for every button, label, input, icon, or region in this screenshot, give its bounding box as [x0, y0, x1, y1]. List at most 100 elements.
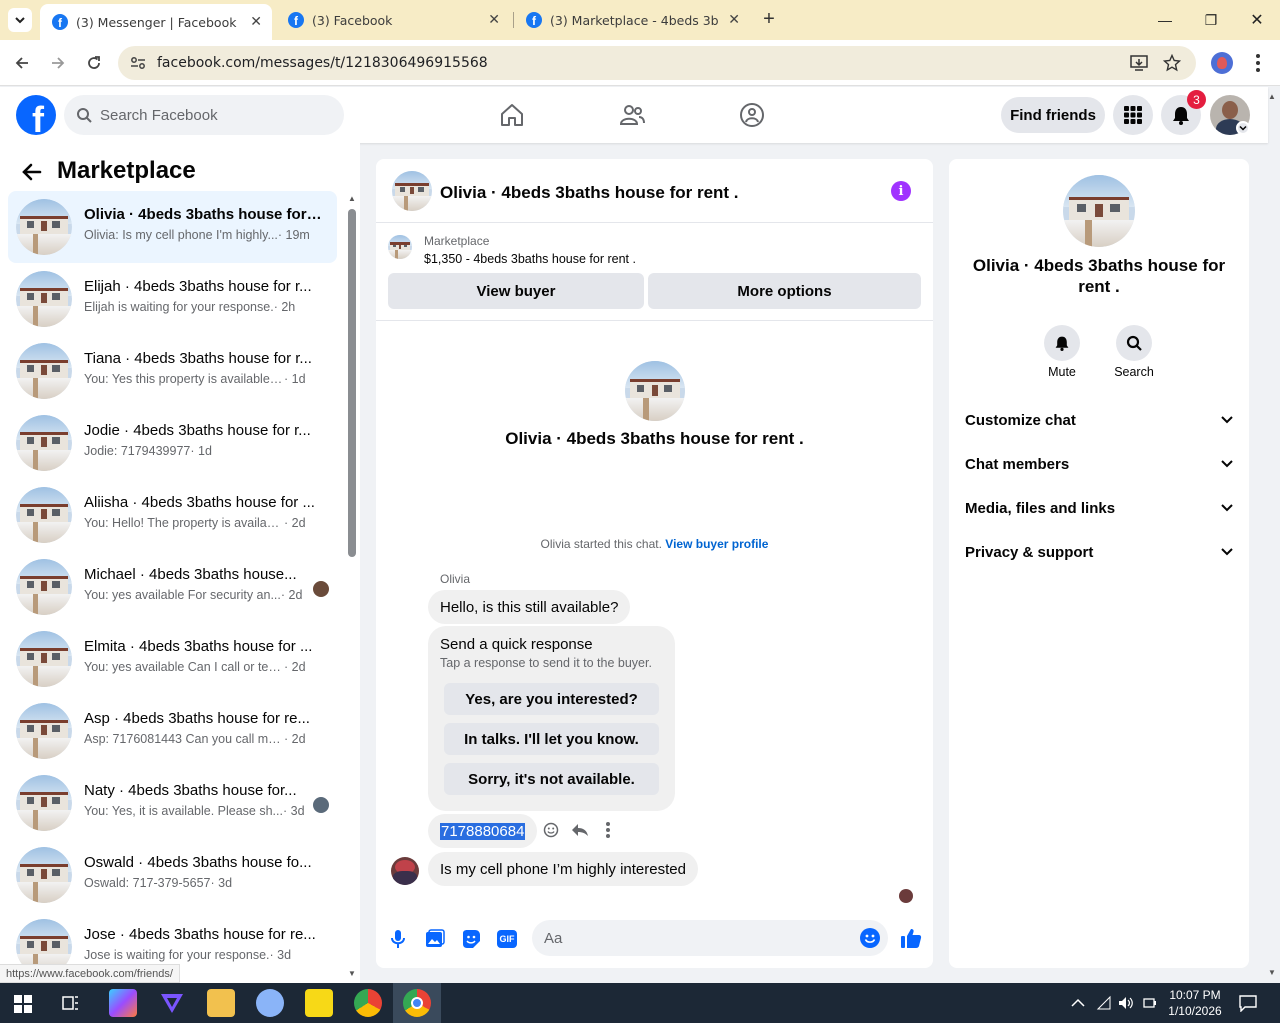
- chat-avatar[interactable]: [392, 171, 432, 211]
- copilot-icon[interactable]: [109, 989, 137, 1017]
- browser-tab-marketplace[interactable]: f (3) Marketplace - 4beds 3baths ✕: [514, 0, 750, 40]
- browser-tab-facebook[interactable]: f (3) Facebook ✕: [276, 0, 510, 40]
- browser-tab-messenger[interactable]: f (3) Messenger | Facebook ✕: [40, 4, 272, 40]
- chat-title[interactable]: Olivia · 4beds 3baths house for rent .: [440, 183, 739, 203]
- back-button[interactable]: [9, 50, 35, 76]
- conversation-item[interactable]: Elijah · 4beds 3baths house for r... Elij…: [8, 263, 337, 335]
- close-tab-icon[interactable]: ✕: [488, 12, 500, 28]
- file-explorer-icon[interactable]: [207, 989, 235, 1017]
- menu-grid-button[interactable]: [1113, 95, 1153, 135]
- find-friends-button[interactable]: Find friends: [1001, 97, 1105, 133]
- facebook-header: f Search Facebook Find friends: [0, 87, 1268, 143]
- minimize-button[interactable]: —: [1142, 6, 1188, 34]
- gif-icon[interactable]: GIF: [497, 930, 517, 948]
- mute-label: Mute: [1048, 365, 1076, 379]
- account-menu-chevron[interactable]: [1236, 121, 1250, 135]
- profile-avatar[interactable]: [1211, 52, 1233, 74]
- bookmark-star-icon[interactable]: [1163, 54, 1181, 72]
- home-nav-button[interactable]: [494, 97, 530, 133]
- search-conversation-button[interactable]: [1116, 325, 1152, 361]
- message-bubble[interactable]: 7178880684: [428, 814, 538, 848]
- notification-center-icon[interactable]: [1239, 994, 1257, 1012]
- quick-reply-button[interactable]: Yes, are you interested?: [444, 683, 659, 715]
- tab-search-button[interactable]: [8, 8, 32, 32]
- view-buyer-button[interactable]: View buyer: [388, 273, 644, 309]
- battery-icon[interactable]: [1142, 995, 1158, 1011]
- more-actions-icon[interactable]: [606, 822, 610, 838]
- conversation-item[interactable]: Naty · 4beds 3baths house for... You: Yes…: [8, 767, 337, 839]
- mute-button[interactable]: [1044, 325, 1080, 361]
- forward-button[interactable]: [45, 50, 71, 76]
- windows-start-icon[interactable]: [14, 995, 32, 1013]
- seen-indicator-avatar: [899, 889, 913, 903]
- message-bubble[interactable]: Is my cell phone I’m highly interested: [428, 852, 698, 886]
- conversation-item[interactable]: Michael · 4beds 3baths house... You: yes …: [8, 551, 337, 623]
- install-app-icon[interactable]: [1130, 55, 1148, 71]
- address-bar[interactable]: facebook.com/messages/t/1218306496915568: [118, 46, 1196, 80]
- conversation-item[interactable]: Elmita · 4beds 3baths house for ... You: …: [8, 623, 337, 695]
- conversation-item[interactable]: Jodie · 4beds 3baths house for r... Jodie…: [8, 407, 337, 479]
- details-section-row[interactable]: Privacy & support: [965, 532, 1233, 572]
- bell-icon: [1055, 336, 1069, 351]
- more-options-button[interactable]: More options: [648, 273, 921, 309]
- conversation-item[interactable]: Oswald · 4beds 3baths house fo... Oswald:…: [8, 839, 337, 911]
- message-text-selected[interactable]: 7178880684: [440, 822, 526, 840]
- close-tab-icon[interactable]: ✕: [250, 14, 262, 30]
- message-input[interactable]: Aa: [532, 920, 888, 956]
- thumbs-up-icon[interactable]: [900, 927, 922, 949]
- task-view-icon[interactable]: [62, 994, 80, 1012]
- page-scroll-down[interactable]: ▼: [1268, 968, 1276, 977]
- link-status-bar: https://www.facebook.com/friends/: [0, 964, 180, 983]
- page-scroll-up[interactable]: ▲: [1268, 92, 1276, 101]
- sender-avatar[interactable]: [391, 857, 419, 885]
- groups-nav-button[interactable]: [734, 97, 770, 133]
- scrollbar-thumb[interactable]: [348, 209, 356, 557]
- conversation-item[interactable]: Tiana · 4beds 3baths house for r... You: …: [8, 335, 337, 407]
- back-arrow-button[interactable]: [20, 161, 44, 185]
- scroll-up-arrow[interactable]: ▲: [348, 194, 356, 203]
- volume-icon[interactable]: [1118, 995, 1134, 1011]
- view-buyer-profile-link[interactable]: View buyer profile: [665, 537, 768, 551]
- conversation-item[interactable]: Asp · 4beds 3baths house for re... Asp: 7…: [8, 695, 337, 767]
- site-settings-icon[interactable]: [130, 56, 146, 70]
- listing-thumbnail[interactable]: [388, 235, 412, 259]
- system-clock[interactable]: 10:07 PM 1/10/2026: [1160, 987, 1230, 1019]
- conversation-item[interactable]: Olivia · 4beds 3baths house for r... Oliv…: [8, 191, 337, 263]
- emoji-icon[interactable]: [860, 928, 880, 948]
- chevron-up-icon[interactable]: [1071, 998, 1085, 1008]
- close-tab-icon[interactable]: ✕: [728, 12, 740, 28]
- details-section-row[interactable]: Chat members: [965, 444, 1233, 484]
- sticky-notes-icon[interactable]: [305, 989, 333, 1017]
- info-icon[interactable]: i: [891, 181, 911, 201]
- message-bubble[interactable]: Hello, is this still available?: [428, 590, 631, 624]
- search-input[interactable]: Search Facebook: [64, 95, 344, 135]
- vpn-app-icon[interactable]: [158, 989, 186, 1017]
- microphone-icon[interactable]: [390, 929, 406, 949]
- restore-button[interactable]: ❐: [1188, 6, 1234, 34]
- quick-reply-button[interactable]: In talks. I'll let you know.: [444, 723, 659, 755]
- reload-button[interactable]: [81, 50, 107, 76]
- paint-app-icon[interactable]: [256, 989, 284, 1017]
- react-emoji-icon[interactable]: [543, 822, 559, 838]
- wifi-icon[interactable]: [1096, 995, 1112, 1011]
- scroll-down-arrow[interactable]: ▼: [348, 969, 356, 978]
- facebook-logo-icon[interactable]: f: [16, 95, 56, 135]
- details-avatar[interactable]: [1063, 175, 1135, 247]
- sticker-icon[interactable]: [461, 929, 481, 949]
- new-tab-button[interactable]: +: [758, 8, 780, 30]
- message-text: Is my cell phone I’m highly interested: [440, 860, 686, 878]
- details-section-row[interactable]: Customize chat: [965, 400, 1233, 440]
- chrome-active-taskbar-item[interactable]: [393, 983, 441, 1023]
- preview-text: You: yes available Can I call or text ..…: [84, 660, 284, 674]
- preview-text: You: Yes, it is available. Please sh...: [84, 804, 283, 818]
- reply-icon[interactable]: [571, 822, 589, 838]
- chrome-icon[interactable]: [354, 989, 382, 1017]
- listing-title[interactable]: $1,350 - 4beds 3baths house for rent .: [424, 252, 636, 266]
- conversation-item[interactable]: Aliisha · 4beds 3baths house for ... You:…: [8, 479, 337, 551]
- photo-icon[interactable]: [425, 929, 445, 949]
- quick-reply-button[interactable]: Sorry, it's not available.: [444, 763, 659, 795]
- close-window-button[interactable]: ✕: [1234, 6, 1280, 34]
- browser-menu-button[interactable]: [1248, 52, 1268, 74]
- details-section-row[interactable]: Media, files and links: [965, 488, 1233, 528]
- friends-nav-button[interactable]: [614, 97, 650, 133]
